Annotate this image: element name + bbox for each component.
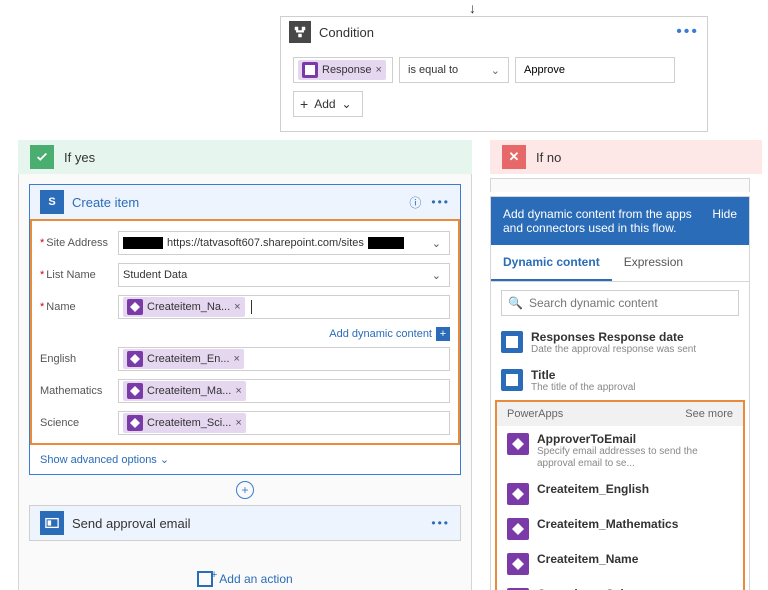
check-icon — [30, 145, 54, 169]
english-input[interactable]: Createitem_En...× — [118, 347, 450, 371]
chevron-down-icon: ⌄ — [491, 64, 500, 77]
tab-dynamic-content[interactable]: Dynamic content — [491, 245, 612, 281]
approval-token-icon — [501, 331, 523, 353]
insert-step-button[interactable]: + — [29, 475, 461, 505]
powerapps-token-icon — [507, 553, 529, 575]
if-no-header: ✕ If no — [490, 140, 762, 174]
condition-menu-button[interactable]: ••• — [676, 23, 699, 41]
list-name-select[interactable]: Student Data ⌄ — [118, 263, 450, 287]
powerapps-token-icon — [507, 518, 529, 540]
send-approval-card[interactable]: Send approval email ••• — [29, 505, 461, 541]
site-address-label: Site Address — [40, 237, 118, 249]
see-more-link[interactable]: See more — [685, 408, 733, 420]
chevron-down-icon: ⌄ — [432, 269, 445, 282]
dynamic-item[interactable]: Responses Response dateDate the approval… — [491, 324, 749, 362]
remove-token-icon[interactable]: × — [235, 385, 241, 397]
condition-icon — [289, 21, 311, 43]
flow-arrow-icon: ↓ — [469, 0, 476, 16]
outlook-icon — [40, 511, 64, 535]
chevron-down-icon: ⌄ — [432, 237, 445, 250]
condition-add-button[interactable]: + Add ⌄ — [293, 91, 363, 117]
site-address-select[interactable]: https://tatvasoft607.sharepoint.com/site… — [118, 231, 450, 255]
if-yes-header: If yes — [18, 140, 472, 174]
create-item-title: Create item — [72, 195, 139, 210]
science-label: Science — [40, 417, 118, 429]
add-action-button[interactable]: Add an action — [197, 571, 292, 587]
dynamic-item[interactable]: Createitem_Mathematics — [497, 511, 743, 546]
chevron-down-icon: ⌄ — [160, 454, 169, 466]
condition-left-operand[interactable]: Response × — [293, 57, 393, 83]
approval-token-icon — [501, 369, 523, 391]
remove-token-icon[interactable]: × — [234, 353, 240, 365]
close-icon: ✕ — [502, 145, 526, 169]
create-item-menu-button[interactable]: ••• — [431, 195, 450, 209]
dynamic-item[interactable]: Createitem_Name — [497, 546, 743, 581]
send-approval-title: Send approval email — [72, 516, 191, 531]
powerapps-token-icon — [507, 483, 529, 505]
condition-value-input[interactable] — [515, 57, 675, 83]
name-label: Name — [40, 301, 118, 313]
science-input[interactable]: Createitem_Sci...× — [118, 411, 450, 435]
dynamic-item[interactable]: Createitem_English — [497, 476, 743, 511]
tab-expression[interactable]: Expression — [612, 245, 695, 281]
condition-token-label: Response — [322, 64, 372, 76]
math-input[interactable]: Createitem_Ma...× — [118, 379, 450, 403]
dynamic-item[interactable]: Createitem_Science — [497, 581, 743, 590]
powerapps-token-icon — [127, 415, 143, 431]
powerapps-token-icon — [127, 299, 143, 315]
create-item-card: S Create item ⓘ ••• Site Address https:/… — [29, 184, 461, 475]
dynamic-item[interactable]: ApproverToEmailSpecify email addresses t… — [497, 426, 743, 476]
dynamic-group-powerapps: PowerApps See more — [497, 402, 743, 426]
hide-panel-button[interactable]: Hide — [712, 207, 737, 235]
condition-operator-select[interactable]: is equal to ⌄ — [399, 57, 509, 83]
show-advanced-options-link[interactable]: Show advanced options ⌄ — [30, 445, 460, 474]
add-action-icon — [197, 571, 213, 587]
condition-title: Condition — [319, 25, 374, 40]
search-icon: 🔍 — [508, 296, 523, 310]
dynamic-item[interactable]: TitleThe title of the approval — [491, 362, 749, 400]
dynamic-search-input[interactable]: 🔍 Search dynamic content — [501, 290, 739, 316]
powerapps-token-icon — [507, 433, 529, 455]
remove-token-icon[interactable]: × — [235, 417, 241, 429]
powerapps-token-icon — [127, 383, 143, 399]
dynamic-panel-banner: Add dynamic content from the apps and co… — [503, 207, 704, 235]
remove-token-icon[interactable]: × — [376, 64, 382, 76]
chevron-down-icon: ⌄ — [342, 97, 352, 111]
powerapps-token-icon — [127, 351, 143, 367]
remove-token-icon[interactable]: × — [234, 301, 240, 313]
send-approval-menu-button[interactable]: ••• — [431, 516, 450, 530]
condition-card: Condition ••• Response × is equal to ⌄ — [280, 16, 708, 132]
dynamic-content-panel: Add dynamic content from the apps and co… — [490, 196, 750, 590]
token-icon — [302, 62, 318, 78]
math-label: Mathematics — [40, 385, 118, 397]
list-name-label: List Name — [40, 269, 118, 281]
english-label: English — [40, 353, 118, 365]
info-icon[interactable]: ⓘ — [409, 194, 421, 211]
sharepoint-icon: S — [40, 190, 64, 214]
add-dynamic-content-link[interactable]: Add dynamic content+ — [40, 327, 450, 341]
name-input[interactable]: Createitem_Na...× — [118, 295, 450, 319]
